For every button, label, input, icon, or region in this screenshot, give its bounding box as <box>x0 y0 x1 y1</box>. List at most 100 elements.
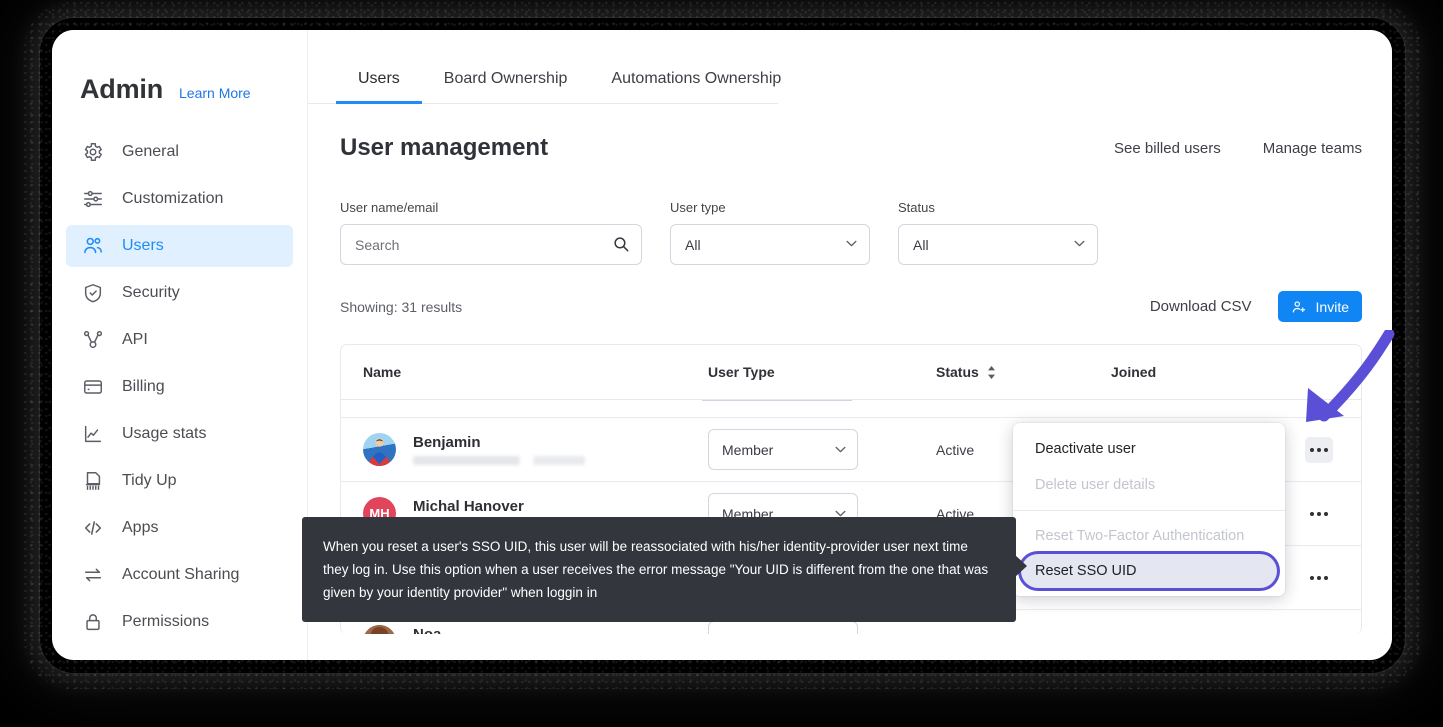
search-input[interactable] <box>340 224 642 265</box>
user-type-cell: Member <box>708 621 936 634</box>
status-select-wrap: All <box>898 224 1098 265</box>
user-type-label: User type <box>670 200 726 215</box>
user-type-dropdown[interactable]: Member <box>708 621 858 634</box>
exchange-icon <box>84 568 102 582</box>
results-actions: Download CSV Invite <box>1150 291 1362 322</box>
filters-row: User name/email User type All <box>308 162 1392 265</box>
status-label: Status <box>898 200 935 215</box>
sidebar-item-apps[interactable]: Apps <box>66 507 293 549</box>
menu-item-delete-user-details: Delete user details <box>1035 477 1156 493</box>
column-header-status-label: Status <box>936 364 979 380</box>
user-type-select-wrap: All <box>670 224 870 265</box>
user-name: Michal Hanover <box>413 498 524 516</box>
sidebar-item-account-sharing[interactable]: Account Sharing <box>66 554 293 596</box>
sidebar-item-general[interactable]: General <box>66 131 293 173</box>
menu-item-deactivate-user[interactable]: Deactivate user <box>1013 431 1285 467</box>
row-actions <box>1291 629 1339 635</box>
page-title: User management <box>340 134 549 161</box>
avatar <box>363 625 396 634</box>
user-type-value: Member <box>722 441 774 458</box>
tab-bar: Users Board Ownership Automations Owners… <box>308 58 781 104</box>
sliders-icon <box>84 190 102 208</box>
dot <box>1310 447 1314 452</box>
sidebar-item-tidy-up[interactable]: Tidy Up <box>66 460 293 502</box>
learn-more-link[interactable]: Learn More <box>179 85 251 101</box>
sidebar-item-label: General <box>122 143 179 160</box>
see-billed-users-link[interactable]: See billed users <box>1114 140 1221 157</box>
column-header-user-type: User Type <box>708 364 775 380</box>
user-name: Benjamin <box>413 434 481 452</box>
chevron-down-icon <box>835 446 846 453</box>
sso-uid-tooltip: When you reset a user's SSO UID, this us… <box>302 517 1027 622</box>
user-type-cell: Member <box>708 429 936 470</box>
row-menu-button[interactable] <box>1305 565 1333 591</box>
sidebar-item-security[interactable]: Security <box>66 272 293 314</box>
user-name: Noa <box>413 626 577 634</box>
column-header-status[interactable]: Status <box>936 364 1111 380</box>
tab-board-ownership[interactable]: Board Ownership <box>422 58 590 104</box>
status-select[interactable]: All <box>898 224 1098 265</box>
lock-icon <box>86 614 100 631</box>
search-icon[interactable] <box>612 235 630 253</box>
sidebar-item-label: Customization <box>122 190 224 207</box>
user-status: Active <box>936 634 1111 635</box>
menu-item-reset-sso-uid[interactable]: Reset SSO UID <box>1021 554 1277 588</box>
table-header-row: Name User Type Status Joined <box>341 345 1361 400</box>
page-header: User management See billed users Manage … <box>308 104 1392 162</box>
user-identity: Benjamin <box>413 434 585 465</box>
manage-teams-link[interactable]: Manage teams <box>1263 140 1362 157</box>
add-user-icon <box>1292 300 1305 313</box>
user-email-redacted <box>413 455 585 465</box>
chart-line-icon <box>84 425 102 443</box>
avatar-photo <box>369 438 390 466</box>
sidebar-item-users[interactable]: Users <box>66 225 293 267</box>
avatar <box>363 433 396 466</box>
sidebar-item-billing[interactable]: Billing <box>66 366 293 408</box>
row-menu-button[interactable] <box>1305 629 1333 635</box>
code-icon <box>84 521 102 535</box>
row-actions <box>1291 501 1339 527</box>
sidebar-item-label: Apps <box>122 519 159 536</box>
sidebar-item-label: Usage stats <box>122 425 207 442</box>
chevron-down-icon <box>846 240 857 247</box>
invite-button[interactable]: Invite <box>1277 291 1362 322</box>
column-header-name: Name <box>363 364 402 380</box>
invite-button-label: Invite <box>1315 298 1349 315</box>
sidebar-item-label: Tidy Up <box>122 472 177 489</box>
header-links: See billed users Manage teams <box>1114 140 1362 157</box>
row-actions <box>1291 436 1339 463</box>
results-bar: Showing: 31 results Download CSV Invite <box>308 265 1392 322</box>
sort-arrows-icon[interactable] <box>987 365 996 379</box>
user-type-dropdown[interactable]: Member <box>708 429 858 470</box>
brand-title: Admin <box>80 74 163 104</box>
dot <box>1324 447 1328 452</box>
user-name-cell: Noa <box>363 625 708 634</box>
sidebar-item-permissions[interactable]: Permissions <box>66 601 293 643</box>
menu-divider <box>1013 510 1285 511</box>
user-type-field-group: User type All <box>670 200 870 265</box>
chevron-down-icon <box>1074 240 1085 247</box>
download-csv-button[interactable]: Download CSV <box>1150 298 1252 315</box>
user-identity: Noa <box>413 626 577 634</box>
sidebar-item-usage-stats[interactable]: Usage stats <box>66 413 293 455</box>
row-menu-button[interactable] <box>1305 501 1333 527</box>
row-actions <box>1291 565 1339 591</box>
broom-icon <box>85 472 101 490</box>
user-type-value: Member <box>722 634 773 635</box>
shield-check-icon <box>84 284 102 303</box>
row-menu-button[interactable] <box>1305 436 1333 463</box>
credit-card-icon <box>84 380 102 394</box>
sidebar-item-api[interactable]: API <box>66 319 293 361</box>
search-box <box>340 224 642 265</box>
dot <box>1324 575 1328 580</box>
dot <box>1310 575 1314 580</box>
search-field-group: User name/email <box>340 200 642 265</box>
sidebar-item-customization[interactable]: Customization <box>66 178 293 220</box>
results-count: Showing: 31 results <box>340 298 463 315</box>
dot <box>1317 575 1321 580</box>
tab-automations-ownership[interactable]: Automations Ownership <box>589 58 803 104</box>
user-type-select[interactable]: All <box>670 224 870 265</box>
status-field-group: Status All <box>898 200 1098 265</box>
dot <box>1310 511 1314 516</box>
tab-users[interactable]: Users <box>336 58 422 104</box>
